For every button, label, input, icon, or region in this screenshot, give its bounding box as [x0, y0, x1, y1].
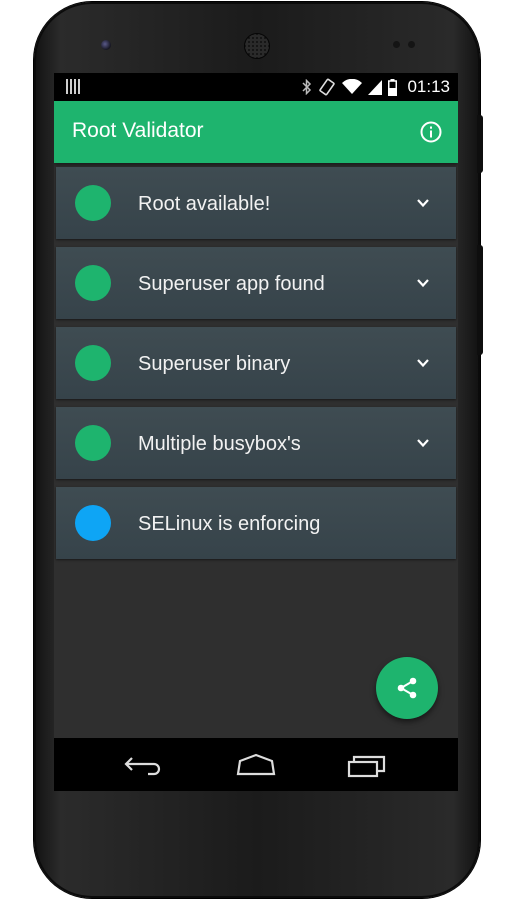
check-item-selinux[interactable]: SELinux is enforcing: [56, 487, 456, 559]
check-label: SELinux is enforcing: [138, 513, 321, 535]
status-indicator: [75, 345, 111, 381]
share-button[interactable]: [376, 657, 438, 719]
home-icon[interactable]: [234, 752, 278, 778]
rotate-icon: [319, 78, 336, 96]
front-camera: [101, 40, 111, 50]
chevron-down-icon[interactable]: [416, 436, 430, 450]
check-label: Root available!: [138, 193, 271, 215]
info-icon[interactable]: [420, 121, 442, 143]
bluetooth-icon: [302, 79, 312, 95]
notification-icon: [66, 79, 80, 94]
earpiece-speaker: [244, 33, 270, 59]
recents-icon[interactable]: [346, 752, 390, 778]
check-item-superuser-app[interactable]: Superuser app found: [56, 247, 456, 319]
check-label: Superuser binary: [138, 353, 291, 375]
check-label: Multiple busybox's: [138, 433, 301, 455]
signal-icon: [368, 80, 383, 95]
screen: 01:13 Root Validator Root available! Sup…: [54, 73, 458, 791]
status-indicator: [75, 425, 111, 461]
clock: 01:13: [407, 77, 450, 96]
chevron-down-icon[interactable]: [416, 196, 430, 210]
share-icon: [397, 677, 417, 699]
check-list: Root available! Superuser app found Supe…: [56, 167, 456, 567]
check-label: Superuser app found: [138, 273, 325, 295]
wifi-icon: [342, 79, 363, 94]
check-item-superuser-binary[interactable]: Superuser binary: [56, 327, 456, 399]
chevron-down-icon[interactable]: [416, 276, 430, 290]
check-item-busybox[interactable]: Multiple busybox's: [56, 407, 456, 479]
navigation-bar: [54, 738, 458, 791]
status-indicator: [75, 505, 111, 541]
status-bar: 01:13: [54, 73, 458, 101]
check-item-root[interactable]: Root available!: [56, 167, 456, 239]
back-icon[interactable]: [122, 752, 166, 778]
chevron-down-icon[interactable]: [416, 356, 430, 370]
volume-button: [477, 245, 483, 355]
battery-icon: [388, 78, 398, 96]
app-bar: Root Validator: [54, 101, 458, 163]
light-sensor: [408, 41, 415, 48]
proximity-sensor: [393, 41, 400, 48]
status-indicator: [75, 185, 111, 221]
status-indicator: [75, 265, 111, 301]
power-button: [477, 115, 483, 173]
app-title: Root Validator: [72, 119, 204, 142]
